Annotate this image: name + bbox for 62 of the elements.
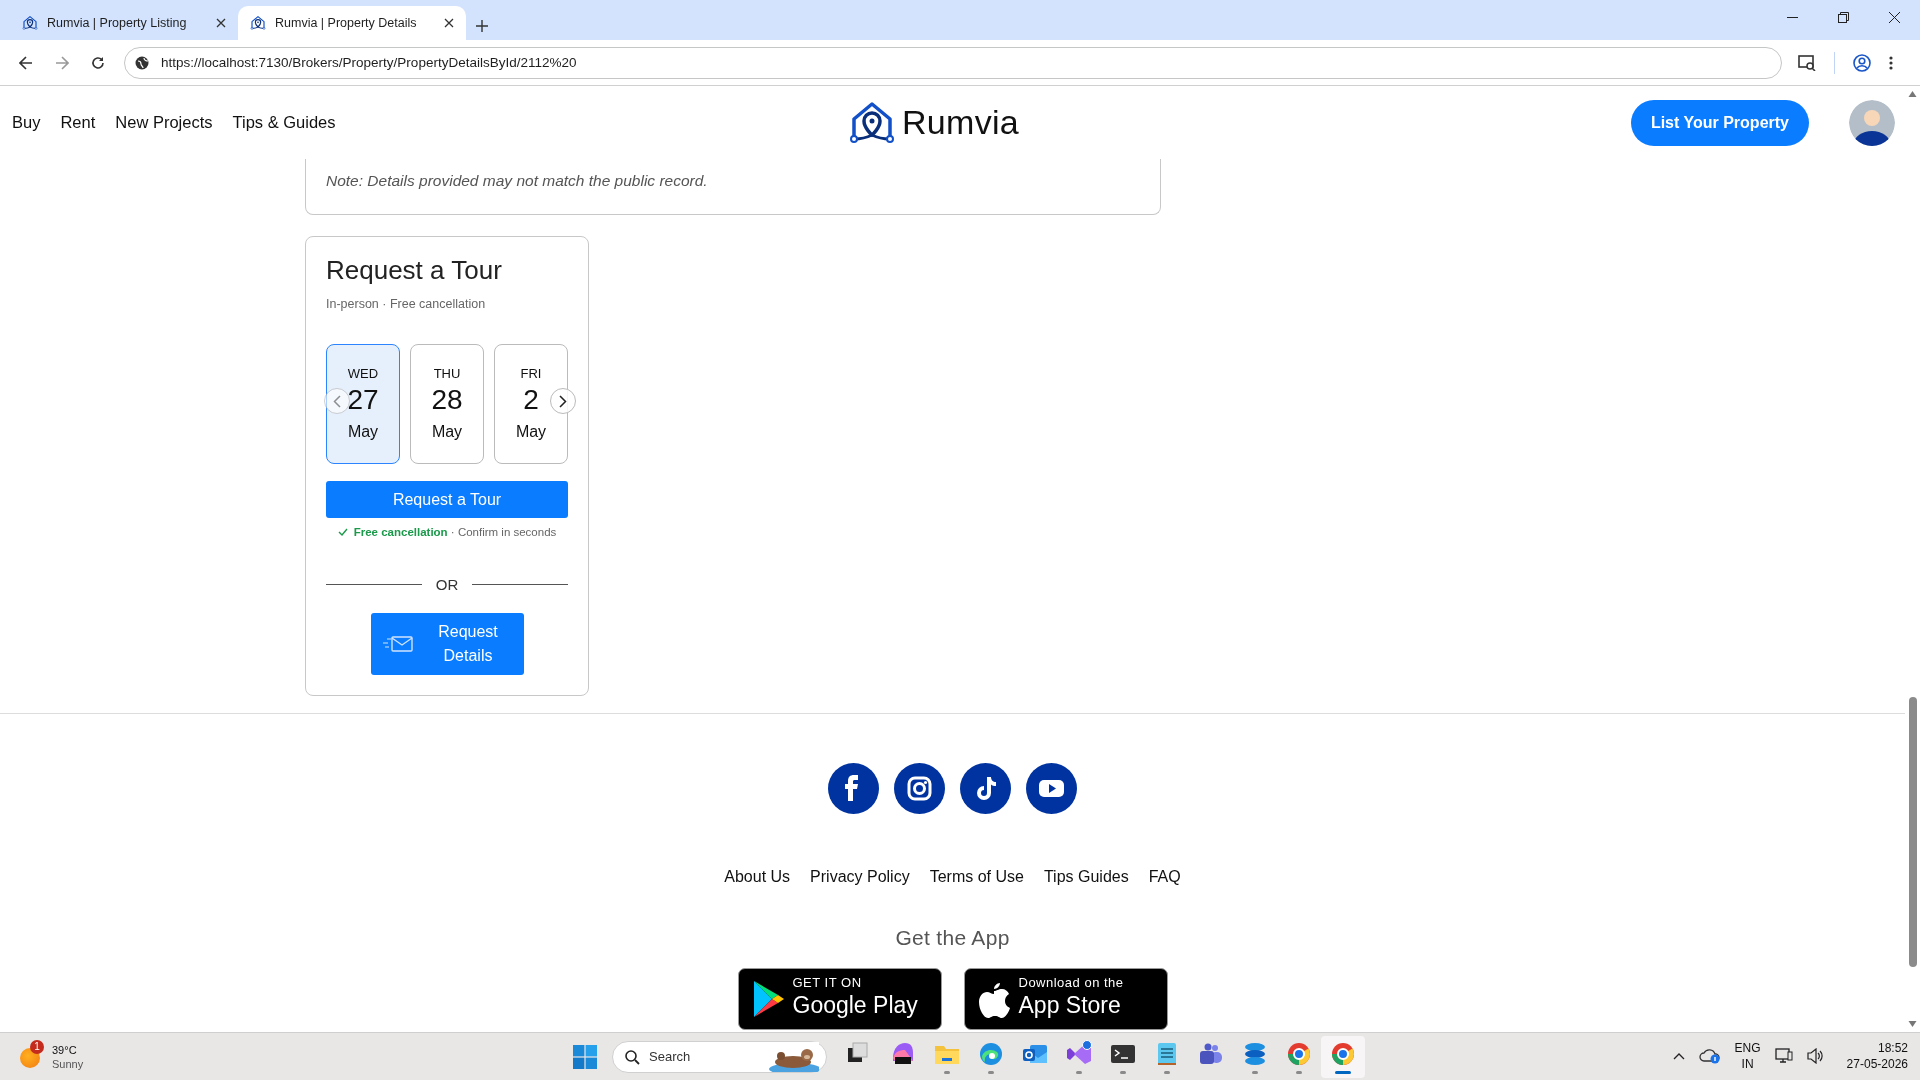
tab-favicon-icon bbox=[250, 15, 266, 31]
nav-link[interactable]: Buy bbox=[12, 113, 41, 132]
date-option[interactable]: FRI 2 May bbox=[494, 344, 568, 464]
browser-tab[interactable]: Rumvia | Property Details bbox=[238, 6, 466, 40]
note-text: Note: Details provided may not match the public record. bbox=[326, 172, 709, 190]
previous-button[interactable] bbox=[324, 388, 350, 414]
language-indicator[interactable]: ENG IN bbox=[1734, 1040, 1761, 1072]
app-store-badge[interactable]: Download on the App Store bbox=[963, 968, 1168, 1030]
request-details-button[interactable]: Request Details bbox=[370, 613, 524, 675]
windows-icon bbox=[573, 1044, 597, 1069]
notification-badge: 1 bbox=[30, 1039, 44, 1054]
avatar[interactable] bbox=[1849, 99, 1895, 146]
close-icon[interactable] bbox=[1889, 12, 1900, 23]
back-icon[interactable] bbox=[19, 55, 33, 70]
reload-icon[interactable] bbox=[91, 55, 105, 70]
volume-icon[interactable] bbox=[1806, 1048, 1825, 1064]
chevron-left-icon bbox=[333, 394, 341, 408]
forward-icon[interactable] bbox=[55, 55, 69, 70]
temperature-text: 39°C bbox=[52, 1042, 78, 1057]
scrollbar-thumb[interactable] bbox=[1908, 697, 1917, 967]
card-title: Request a Tour bbox=[326, 254, 503, 287]
footer-link[interactable]: Privacy Policy bbox=[810, 868, 910, 886]
browser-tab[interactable]: Rumvia | Property Listing bbox=[10, 6, 238, 40]
date-option[interactable]: THU 28 May bbox=[410, 344, 484, 464]
nav-link[interactable]: Tips & Guides bbox=[232, 113, 336, 132]
network-icon[interactable] bbox=[1774, 1048, 1793, 1064]
close-icon[interactable] bbox=[444, 18, 454, 28]
check-icon bbox=[337, 528, 348, 536]
card-subtitle: In-person · Free cancellation bbox=[326, 297, 487, 311]
new-tab-icon[interactable] bbox=[476, 20, 488, 32]
weather-condition: Sunny bbox=[52, 1056, 84, 1071]
youtube-icon[interactable] bbox=[1025, 763, 1077, 814]
footer-link[interactable]: About Us bbox=[724, 868, 791, 886]
request-tour-button[interactable]: Request a Tour bbox=[326, 481, 568, 518]
google-play-badge[interactable]: GET IT ON Google Play bbox=[737, 968, 942, 1030]
chevron-right-icon bbox=[559, 394, 567, 408]
instagram-icon[interactable] bbox=[893, 763, 945, 814]
envelope-icon bbox=[382, 635, 413, 653]
date-option[interactable]: WED 27 May bbox=[326, 344, 400, 464]
assurance-text: Free cancellation · Confirm in seconds bbox=[353, 526, 557, 538]
close-icon[interactable] bbox=[216, 18, 226, 28]
footer-link[interactable]: Tips Guides bbox=[1043, 868, 1129, 886]
chevron-up-icon[interactable] bbox=[1672, 1052, 1685, 1060]
cloud-icon[interactable] bbox=[1698, 1048, 1721, 1064]
footer-link[interactable]: Terms of Use bbox=[929, 868, 1024, 886]
site-info-icon[interactable] bbox=[135, 55, 149, 70]
menu-icon[interactable] bbox=[1889, 55, 1893, 70]
tiktok-icon[interactable] bbox=[959, 763, 1011, 814]
separator-label: OR bbox=[435, 576, 459, 593]
brand-name: Rumvia bbox=[901, 103, 1020, 142]
screen-search-icon[interactable] bbox=[1798, 54, 1816, 71]
clock[interactable]: 18:52 27-05-2026 bbox=[1846, 1040, 1908, 1072]
footer-link[interactable]: FAQ bbox=[1148, 868, 1181, 886]
tab-favicon-icon bbox=[22, 15, 38, 31]
section-heading: Get the App bbox=[895, 926, 1010, 950]
list-property-button[interactable]: List Your Property bbox=[1630, 99, 1809, 146]
nav-link[interactable]: Rent bbox=[60, 113, 96, 132]
facebook-icon[interactable] bbox=[827, 763, 879, 814]
profile-icon[interactable] bbox=[1853, 53, 1871, 72]
restore-icon[interactable] bbox=[1838, 12, 1849, 23]
nav-link[interactable]: New Projects bbox=[115, 113, 213, 132]
search-icon bbox=[625, 1049, 640, 1065]
